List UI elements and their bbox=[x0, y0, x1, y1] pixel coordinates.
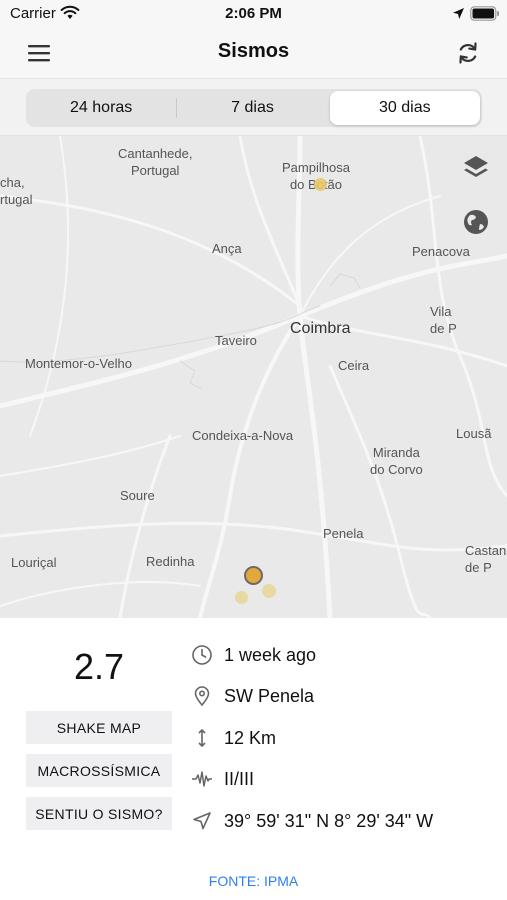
map-label-lousa: Lousã bbox=[456, 426, 492, 441]
time-filter-segmented-control: 24 horas 7 dias 30 dias bbox=[26, 89, 482, 127]
map-label-coimbra: Coimbra bbox=[290, 320, 351, 337]
map-label-anca: Ança bbox=[212, 241, 242, 256]
tab-24-horas[interactable]: 24 horas bbox=[26, 89, 176, 127]
place-name: do Corvo bbox=[370, 462, 423, 477]
shake-map-button[interactable]: SHAKE MAP bbox=[26, 711, 172, 744]
tab-7-dias[interactable]: 7 dias bbox=[177, 89, 327, 127]
place-name: Pampilhosa bbox=[282, 160, 350, 175]
nav-bar: Sismos bbox=[0, 28, 507, 78]
map-label-soure: Soure bbox=[120, 488, 155, 503]
map-label-ceira: Ceira bbox=[338, 358, 370, 373]
map-label-partial-west: cha, rtugal bbox=[0, 174, 33, 208]
place-name: Cantanhede, bbox=[118, 146, 193, 161]
place-name: Portugal bbox=[131, 163, 180, 178]
map-label-condeixa: Condeixa-a-Nova bbox=[192, 428, 294, 443]
macrosseismic-button[interactable]: MACROSSÍSMICA bbox=[26, 754, 172, 787]
navigation-arrow-icon bbox=[190, 809, 214, 833]
pin-icon bbox=[190, 684, 214, 708]
globe-icon[interactable] bbox=[458, 204, 494, 240]
map-label-taveiro: Taveiro bbox=[215, 333, 257, 348]
earthquake-marker[interactable] bbox=[314, 178, 327, 191]
location-text: SW Penela bbox=[224, 685, 315, 706]
layers-icon[interactable] bbox=[458, 150, 494, 186]
clock-icon bbox=[190, 643, 214, 667]
earthquake-marker-selected[interactable] bbox=[244, 566, 263, 585]
coordinates-text: 39° 59' 31" N 8° 29' 34" W bbox=[224, 810, 434, 831]
place-name: de P bbox=[430, 321, 457, 336]
earthquake-marker[interactable] bbox=[262, 584, 276, 598]
time-ago-text: 1 week ago bbox=[224, 644, 317, 665]
detail-coordinates: 39° 59' 31" N 8° 29' 34" W bbox=[190, 807, 500, 835]
map-label-cantanhede: Cantanhede, Portugal bbox=[118, 145, 192, 179]
place-name: cha, bbox=[0, 175, 25, 190]
place-name: de P bbox=[465, 560, 492, 575]
detail-depth: 12 Km bbox=[190, 724, 500, 752]
depth-text: 12 Km bbox=[224, 727, 277, 748]
status-time: 2:06 PM bbox=[225, 5, 282, 22]
place-name: Castan bbox=[465, 543, 507, 558]
place-name: Vila bbox=[430, 304, 452, 319]
place-name: rtugal bbox=[0, 192, 33, 207]
place-name: Miranda bbox=[372, 445, 420, 460]
map-label-lourical: Louriçal bbox=[11, 555, 57, 570]
battery-icon bbox=[470, 6, 499, 21]
status-bar: Carrier 2:06 PM bbox=[0, 0, 507, 28]
map-label-penela: Penela bbox=[323, 526, 364, 541]
map-label-redinha: Redinha bbox=[146, 554, 195, 569]
detail-location: SW Penela bbox=[190, 682, 500, 710]
map-label-castanheira: Castan de P bbox=[465, 542, 506, 576]
earthquake-marker[interactable] bbox=[235, 591, 248, 604]
map-label-montemor: Montemor-o-Velho bbox=[25, 356, 132, 371]
seismograph-icon bbox=[190, 767, 214, 791]
source-link[interactable]: FONTE: IPMA bbox=[0, 873, 507, 889]
map-label-penacova: Penacova bbox=[412, 244, 470, 259]
intensity-text: II/III bbox=[224, 768, 255, 789]
detail-intensity: II/III bbox=[190, 765, 500, 793]
felt-it-button[interactable]: SENTIU O SISMO? bbox=[26, 797, 172, 830]
depth-arrows-icon bbox=[190, 726, 214, 750]
detail-time: 1 week ago bbox=[190, 641, 500, 669]
map-label-miranda: Miranda do Corvo bbox=[370, 444, 423, 478]
refresh-icon[interactable] bbox=[454, 39, 482, 67]
page-title: Sismos bbox=[217, 40, 290, 62]
tab-30-dias[interactable]: 30 dias bbox=[329, 91, 480, 125]
map-roads bbox=[0, 136, 507, 618]
map-view[interactable]: Cantanhede, Portugal Pampilhosa do Botão… bbox=[0, 136, 507, 618]
map-label-vila-nova: Vila de P bbox=[430, 303, 457, 337]
location-arrow-icon bbox=[453, 8, 464, 19]
magnitude-value: 2.7 bbox=[73, 646, 125, 687]
filter-bar: 24 horas 7 dias 30 dias bbox=[0, 78, 507, 136]
